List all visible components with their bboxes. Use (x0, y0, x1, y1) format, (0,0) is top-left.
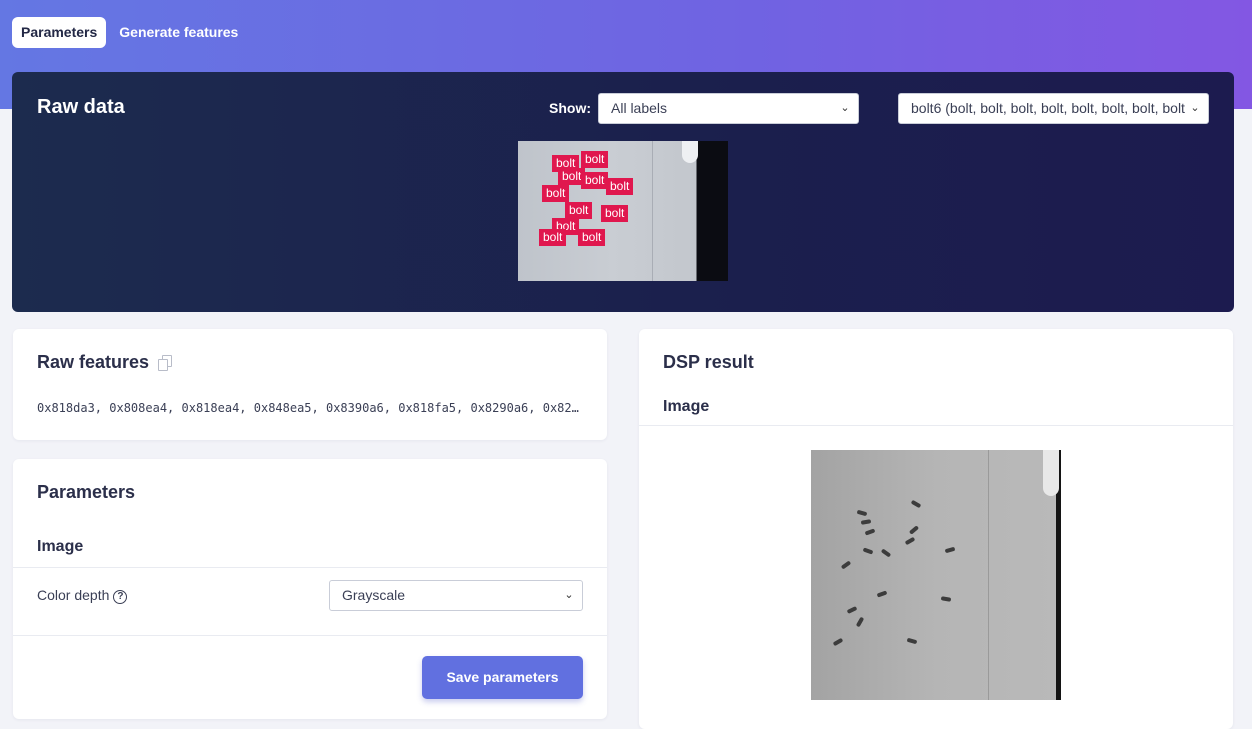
raw-features-title: Raw features (37, 352, 150, 372)
color-depth-select[interactable]: Grayscale ⌄ (329, 580, 583, 611)
divider (13, 567, 607, 568)
save-parameters-button[interactable]: Save parameters (422, 656, 583, 699)
color-depth-text: Color depth (37, 587, 110, 603)
divider (639, 425, 1233, 426)
chevron-down-icon: ⌄ (1188, 94, 1202, 123)
bolt-shape (940, 596, 952, 602)
sample-select[interactable]: bolt6 (bolt, bolt, bolt, bolt, bolt, bol… (898, 93, 1209, 124)
bolt-shape (908, 525, 920, 535)
dsp-image-section-title: Image (663, 398, 710, 415)
image-seam (652, 141, 653, 281)
parameters-title: Parameters (37, 482, 136, 502)
bolt-shape (860, 519, 872, 525)
divider (13, 635, 607, 636)
raw-sample-image: bolt bolt bolt bolt bolt bolt bolt bolt … (518, 141, 728, 281)
tab-parameters[interactable]: Parameters (12, 17, 107, 48)
dsp-result-title: DSP result (663, 352, 754, 372)
sample-select-value: bolt6 (bolt, bolt, bolt, bolt, bolt, bol… (911, 100, 1185, 116)
bolt-shape (904, 536, 916, 546)
question-circle-icon[interactable]: ? (113, 590, 128, 604)
bolt-shape (862, 547, 874, 555)
tab-generate-features[interactable]: Generate features (110, 17, 247, 48)
copy-icon[interactable] (158, 355, 172, 371)
image-section-title: Image (37, 538, 84, 555)
raw-data-panel: Raw data Show: All labels ⌄ bolt6 (bolt,… (12, 72, 1234, 312)
bolt-shape (876, 590, 888, 598)
show-label: Show: (549, 100, 591, 116)
bolt-shape (855, 616, 865, 628)
bolt-shape (832, 637, 844, 647)
bolt-shape (856, 509, 868, 517)
dsp-output-image (811, 450, 1061, 700)
dsp-result-card: DSP result Image (639, 329, 1233, 729)
bounding-box-label: bolt (601, 205, 629, 222)
bolt-shape (906, 637, 918, 645)
label-filter-value: All labels (611, 100, 668, 116)
bounding-box-label: bolt (606, 178, 634, 195)
raw-data-title: Raw data (37, 96, 125, 118)
raw-features-values: 0x818da3, 0x808ea4, 0x818ea4, 0x848ea5, … (37, 401, 582, 415)
bounding-box-label: bolt (565, 202, 593, 219)
bolt-shape (840, 560, 852, 570)
raw-features-card: Raw features 0x818da3, 0x808ea4, 0x818ea… (13, 329, 607, 440)
copy-icon-front (158, 359, 168, 371)
bounding-box-label: bolt (581, 172, 609, 189)
bolt-shape (944, 546, 956, 554)
bounding-box-label: bolt (539, 229, 567, 246)
color-depth-label: Color depth? (37, 587, 128, 604)
color-depth-value: Grayscale (342, 587, 406, 603)
parameters-card: Parameters Image Color depth? Grayscale … (13, 459, 607, 719)
bounding-box-label: bolt (542, 185, 570, 202)
bounding-box-label: bolt (581, 151, 609, 168)
bounding-box-label: bolt (578, 229, 606, 246)
bolt-shape (880, 548, 892, 558)
bolt-shape (846, 606, 858, 614)
tab-bar: Parameters Generate features (12, 17, 247, 48)
image-object (682, 141, 698, 163)
image-object (1043, 450, 1059, 496)
bolt-shape (910, 499, 922, 509)
chevron-down-icon: ⌄ (562, 581, 576, 610)
chevron-down-icon: ⌄ (838, 94, 852, 123)
label-filter-select[interactable]: All labels ⌄ (598, 93, 859, 124)
image-seam (988, 450, 989, 700)
bolt-shape (864, 528, 876, 536)
